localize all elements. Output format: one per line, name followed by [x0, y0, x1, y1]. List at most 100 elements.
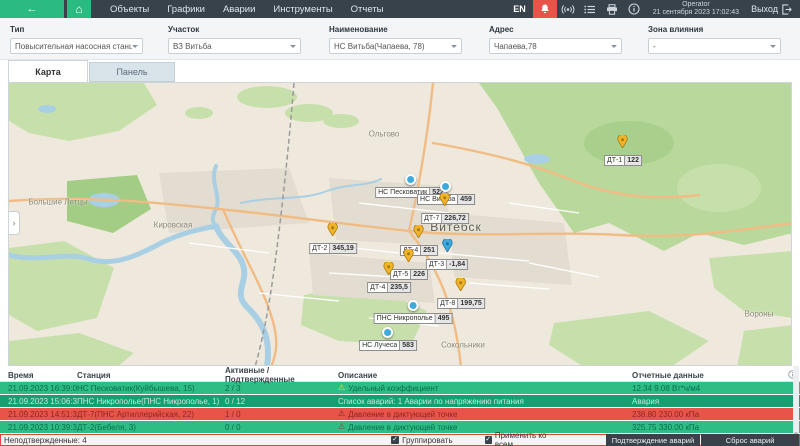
- print-button[interactable]: [601, 0, 623, 18]
- description-text: Давление в диктующей точке: [348, 410, 457, 419]
- filter-value: Повысительная насосная станция: [15, 42, 132, 51]
- filter-label: Зона влияния: [648, 25, 781, 34]
- yellow-pin-icon: [455, 278, 466, 296]
- filter-label: Участок: [168, 25, 301, 34]
- table-row[interactable]: 21.09.2023 15:06:30ПНС Никрополье(ПНС Ни…: [0, 395, 800, 408]
- map-marker-ДТ-4[interactable]: ДТ-4235,5: [367, 262, 411, 293]
- cell-report-data: 12.34 9.08 Вт*ч/м4: [632, 384, 784, 393]
- marker-name: ДТ-4: [367, 282, 388, 293]
- map-place-label: Большие Летцы: [28, 198, 87, 207]
- filter-label: Наименование: [329, 25, 462, 34]
- filter-value: ВЗ Витьба: [173, 42, 290, 51]
- marker-label: ПНС Никрополье495: [374, 313, 453, 324]
- map-marker-ДТ-7[interactable]: ДТ-7226,72: [421, 193, 469, 224]
- current-datetime: 21 сентября 2023 17:02:43: [653, 9, 739, 17]
- cell-station: ДТ-2(Бебеля, 3): [77, 423, 225, 432]
- group-checkbox[interactable]: ✓ Группировать: [391, 436, 453, 445]
- description-text: Давление в диктующей точке: [348, 423, 457, 432]
- home-icon: ⌂: [75, 2, 82, 16]
- filter-group-0: Тип Повысительная насосная станция: [10, 25, 143, 54]
- home-button[interactable]: ⌂: [67, 0, 91, 18]
- filter-select-2[interactable]: НС Витьба(Чапаева, 78): [329, 38, 462, 54]
- filter-select-3[interactable]: Чапаева,78: [489, 38, 622, 54]
- user-info: Operator 21 сентября 2023 17:02:43: [645, 1, 747, 17]
- tab-панель[interactable]: Панель: [89, 62, 175, 82]
- marker-value: 345,19: [330, 243, 356, 254]
- filter-select-4[interactable]: -: [648, 38, 781, 54]
- marker-label: ДТ-7226,72: [421, 213, 469, 224]
- broadcast-button[interactable]: [557, 0, 579, 18]
- event-list-button[interactable]: [579, 0, 601, 18]
- cell-time: 21.09.2023 14:51:31: [0, 410, 77, 419]
- map-marker-ДТ-3[interactable]: ДТ-3-1,84: [426, 239, 468, 270]
- alarm-bell-button[interactable]: [533, 0, 557, 18]
- marker-name: НС Лучеса: [359, 340, 400, 351]
- station-marker-icon: [440, 181, 451, 192]
- cell-counts: 0 / 0: [225, 423, 338, 432]
- map-view[interactable]: › ОльговоБольшие ЛетцыКировскаяВитебскСо…: [8, 82, 792, 366]
- yellow-pin-icon: [618, 135, 629, 153]
- column-header-2: Активные / Подтвержденные: [225, 366, 338, 384]
- map-panel-toggle[interactable]: ›: [9, 211, 20, 235]
- apply-all-checkbox-label: Применить ко всем: [495, 431, 560, 446]
- table-row[interactable]: 21.09.2023 16:39:01НС Песковатик(Куйбыше…: [0, 382, 800, 395]
- station-marker-icon: [408, 300, 419, 311]
- logout-button[interactable]: Выход: [747, 4, 800, 15]
- filter-group-1: Участок ВЗ Витьба: [168, 25, 301, 54]
- main-nav: ОбъектыГрафикиАварииИнструментыОтчеты: [101, 0, 393, 18]
- cell-counts: 2 / 3: [225, 384, 338, 393]
- map-marker-ДТ-1[interactable]: ДТ-1122: [604, 135, 642, 166]
- unconfirmed-counter: Неподтвержденные: 4: [1, 436, 391, 445]
- logout-icon: [781, 4, 792, 15]
- map-marker-ДТ-2[interactable]: ДТ-2345,19: [309, 223, 357, 254]
- map-place-label: Кировская: [154, 221, 193, 230]
- chevron-down-icon: [132, 45, 138, 51]
- map-marker-ПНС Никрополье[interactable]: ПНС Никрополье495: [374, 300, 453, 324]
- checkbox-checked-icon: ✓: [485, 436, 492, 444]
- info-button[interactable]: [623, 0, 645, 18]
- yellow-pin-icon: [439, 193, 450, 211]
- unconfirmed-count: 4: [82, 436, 86, 445]
- chevron-down-icon: [451, 45, 457, 51]
- filter-value: НС Витьба(Чапаева, 78): [334, 42, 451, 51]
- filter-group-2: Наименование НС Витьба(Чапаева, 78): [329, 25, 462, 54]
- marker-value: -1,84: [447, 259, 468, 270]
- filter-label: Тип: [10, 25, 143, 34]
- back-button[interactable]: ←: [0, 0, 64, 18]
- nav-item-1[interactable]: Графики: [158, 0, 214, 18]
- map-marker-НС Лучеса[interactable]: НС Лучеса583: [359, 327, 417, 351]
- cell-time: 21.09.2023 16:39:01: [0, 384, 77, 393]
- alarm-footer: Неподтвержденные: 4 ✓ Группировать ✓ При…: [0, 434, 800, 446]
- confirm-alarms-button[interactable]: Подтверждение аварий: [606, 434, 700, 446]
- marker-name: ДТ-7: [421, 213, 442, 224]
- unconfirmed-label: Неподтвержденные:: [4, 436, 80, 445]
- table-row[interactable]: 21.09.2023 14:51:31ДТ-7(ПНС Артиллерийск…: [0, 408, 800, 421]
- reset-alarms-button[interactable]: Сброс аварий: [701, 434, 799, 446]
- language-switch[interactable]: EN: [506, 4, 533, 14]
- tab-карта[interactable]: Карта: [8, 60, 88, 82]
- back-arrow-icon: ←: [27, 3, 38, 15]
- nav-item-3[interactable]: Инструменты: [264, 0, 341, 18]
- marker-value: 235,5: [388, 282, 411, 293]
- cell-description: ⚠Давление в диктующей точке: [338, 410, 632, 419]
- filter-bar: Тип Повысительная насосная станция Участок…: [0, 18, 800, 60]
- blue-pin-icon: [442, 239, 453, 257]
- yellow-pin-icon: [327, 223, 338, 241]
- cell-time: 21.09.2023 15:06:30: [0, 397, 77, 406]
- header-right: EN Operator 21 сентября 2023 17:02:43 Вы: [506, 0, 800, 18]
- marker-label: НС Лучеса583: [359, 340, 417, 351]
- filter-select-1[interactable]: ВЗ Витьба: [168, 38, 301, 54]
- table-row[interactable]: 21.09.2023 10:39:38ДТ-2(Бебеля, 3)0 / 0⚠…: [0, 421, 800, 434]
- broadcast-icon: [561, 4, 575, 15]
- filter-value: Чапаева,78: [494, 42, 611, 51]
- marker-value: 199,75: [458, 298, 484, 309]
- filter-select-0[interactable]: Повысительная насосная станция: [10, 38, 143, 54]
- nav-item-0[interactable]: Объекты: [101, 0, 158, 18]
- nav-item-2[interactable]: Аварии: [214, 0, 264, 18]
- printer-icon: [606, 4, 618, 15]
- marker-name: ДТ-3: [426, 259, 447, 270]
- nav-item-4[interactable]: Отчеты: [342, 0, 393, 18]
- apply-all-checkbox[interactable]: ✓ Применить ко всем: [485, 431, 560, 446]
- table-header: ВремяСтанцияАктивные / ПодтвержденныеОпи…: [0, 366, 800, 382]
- column-header-0: Время: [0, 371, 77, 380]
